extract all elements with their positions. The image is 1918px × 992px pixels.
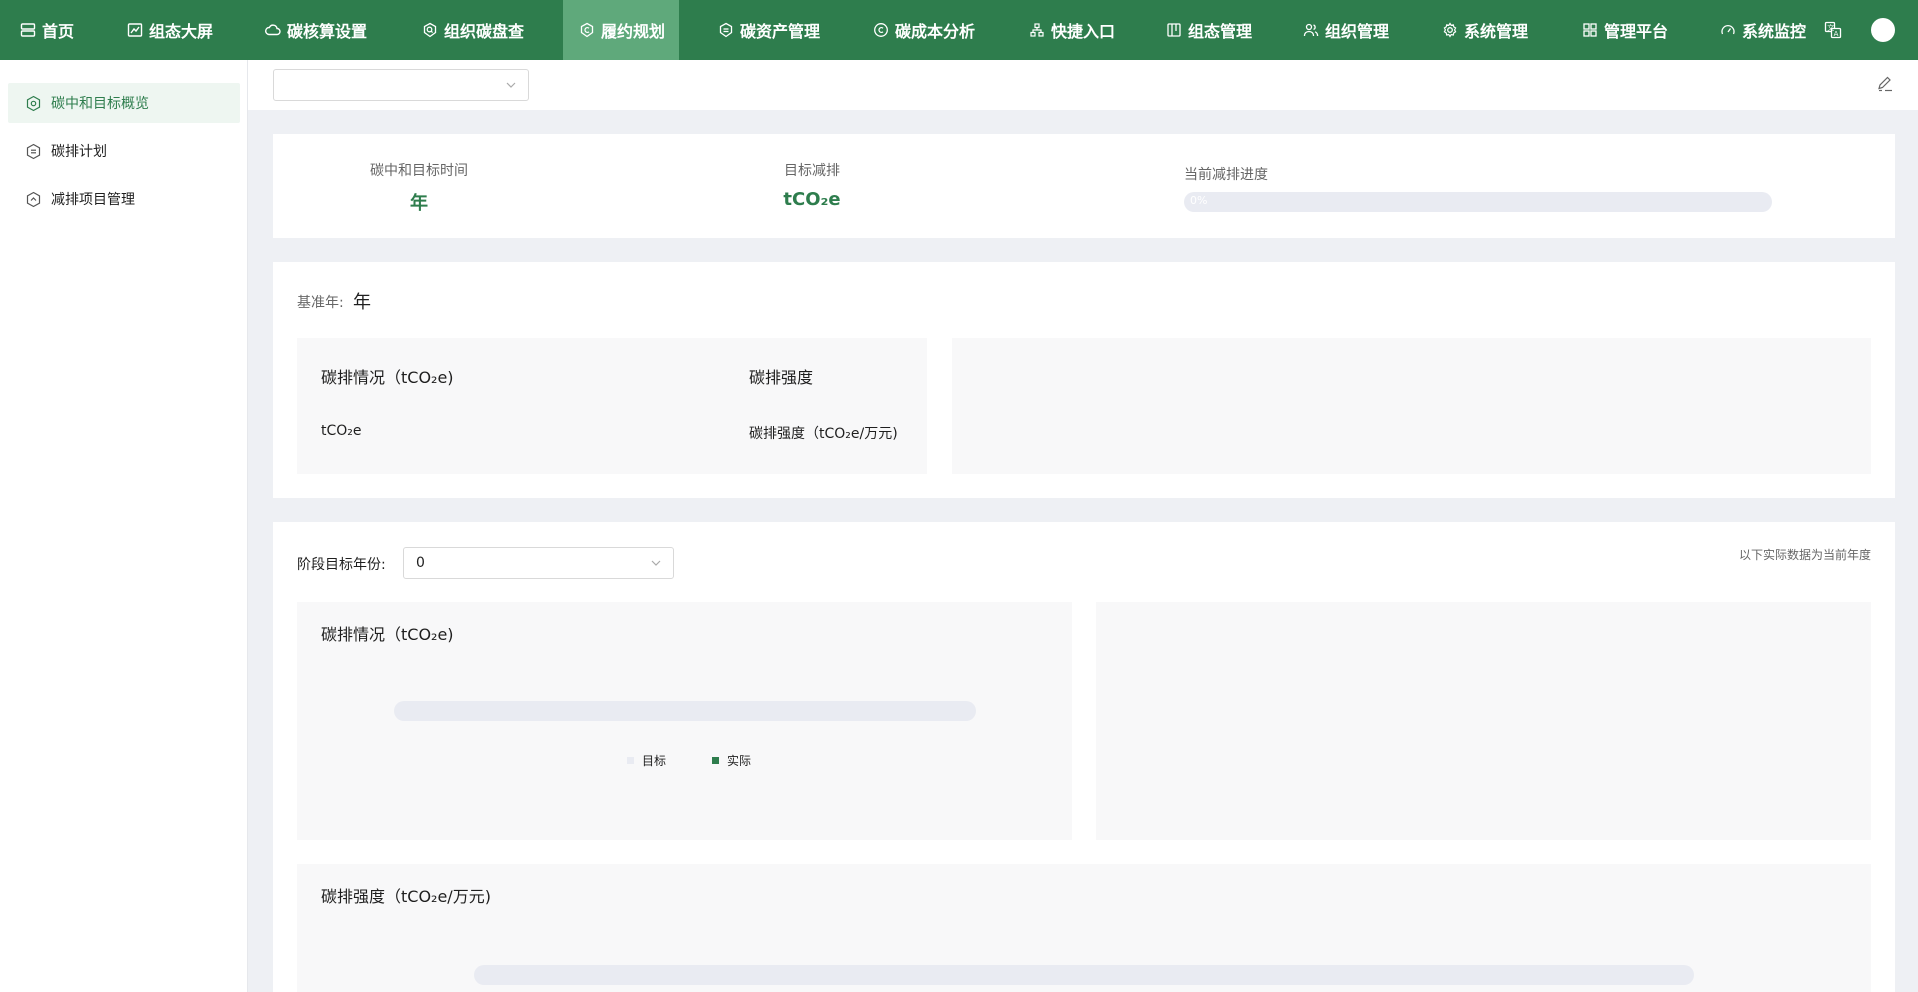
svg-text:A: A bbox=[1834, 30, 1839, 38]
grid-icon bbox=[1583, 23, 1597, 37]
neutral-time-label: 碳中和目标时间 bbox=[370, 163, 468, 179]
sidebar: 碳中和目标概览 碳排计划 减排项目管理 bbox=[0, 60, 248, 992]
chart-line-icon bbox=[127, 23, 143, 37]
sidebar-item-neutral-overview[interactable]: 碳中和目标概览 bbox=[8, 83, 240, 123]
stage-emission-title: 碳排情况（tCO₂e) bbox=[321, 625, 454, 644]
nav-item-label: 快捷入口 bbox=[1051, 22, 1116, 41]
nav-item-label: 首页 bbox=[42, 22, 75, 41]
neutral-time-value: 年 bbox=[410, 193, 428, 214]
nav-item-accounting-settings[interactable]: 碳核算设置 bbox=[265, 0, 367, 60]
nav-item-dashboard[interactable]: 组态大屏 bbox=[127, 0, 213, 60]
user-menu[interactable] bbox=[1871, 0, 1895, 60]
base-year-section: 基准年: 年 碳排情况（tCO₂e) tCO₂e 碳排强度 碳排强度（tCO₂e… bbox=[273, 262, 1895, 498]
sidebar-item-label: 碳中和目标概览 bbox=[51, 96, 149, 112]
hexagon-icon bbox=[26, 143, 41, 159]
top-navigation: 首页 组态大屏 碳核算设置 组织碳盘查 履约规划 碳资产管理 碳成本分析 快捷入… bbox=[0, 0, 1918, 60]
filter-toolbar bbox=[248, 60, 1918, 110]
sidebar-item-label: 减排项目管理 bbox=[51, 192, 135, 208]
search-shield-icon bbox=[423, 22, 437, 38]
sidebar-item-reduction-projects[interactable]: 减排项目管理 bbox=[8, 179, 240, 219]
nav-item-admin-platform[interactable]: 管理平台 bbox=[1582, 0, 1668, 60]
nav-item-label: 组态管理 bbox=[1188, 22, 1253, 41]
stage-chart-panel bbox=[1096, 602, 1871, 840]
sidebar-item-emission-plan[interactable]: 碳排计划 bbox=[8, 131, 240, 171]
avatar[interactable] bbox=[1871, 18, 1895, 42]
cloud-icon bbox=[265, 24, 281, 36]
reduction-progress-bar: 0% bbox=[1184, 192, 1772, 212]
nav-item-cost-analysis[interactable]: 碳成本分析 bbox=[873, 0, 975, 60]
nav-item-asset-management[interactable]: 碳资产管理 bbox=[718, 0, 820, 60]
intensity-title: 碳排强度 bbox=[749, 368, 814, 387]
nav-item-label: 组态大屏 bbox=[149, 22, 214, 41]
base-year-label: 基准年: bbox=[297, 295, 344, 311]
base-metrics-panel: 碳排情况（tCO₂e) tCO₂e 碳排强度 碳排强度（tCO₂e/万元) bbox=[297, 338, 927, 474]
nav-item-system-monitor[interactable]: 系统监控 bbox=[1720, 0, 1806, 60]
translate-button[interactable]: 文A bbox=[1824, 0, 1842, 60]
legend-actual-label: 实际 bbox=[727, 754, 752, 768]
nav-item-label: 系统管理 bbox=[1464, 22, 1529, 41]
nav-item-org-management[interactable]: 组织管理 bbox=[1303, 0, 1389, 60]
users-icon bbox=[1303, 23, 1319, 37]
carbon-c-icon bbox=[580, 22, 594, 38]
nav-item-label: 碳成本分析 bbox=[895, 22, 976, 41]
base-chart-panel bbox=[952, 338, 1871, 474]
board-icon bbox=[1167, 23, 1181, 37]
legend-target: 目标 bbox=[627, 752, 666, 769]
legend-target-swatch bbox=[627, 757, 634, 764]
hexagon-icon bbox=[26, 191, 41, 207]
stage-emission-panel: 碳排情况（tCO₂e) 目标 实际 bbox=[297, 602, 1072, 840]
nav-item-label: 组织管理 bbox=[1325, 22, 1390, 41]
emission-bar-track bbox=[394, 701, 976, 721]
intensity-bar-track bbox=[474, 965, 1694, 985]
target-reduction-label: 目标减排 bbox=[784, 163, 840, 179]
sidebar-item-label: 碳排计划 bbox=[51, 144, 107, 160]
translate-icon: 文A bbox=[1824, 21, 1842, 39]
legend-actual: 实际 bbox=[712, 752, 751, 769]
stage-year-select[interactable]: 0 bbox=[403, 547, 674, 579]
progress-text: 0% bbox=[1190, 194, 1208, 207]
hexagon-icon bbox=[26, 95, 41, 111]
nav-item-quick-access[interactable]: 快捷入口 bbox=[1029, 0, 1115, 60]
nav-item-inventory[interactable]: 组织碳盘查 bbox=[422, 0, 524, 60]
target-reduction-value: tCO₂e bbox=[783, 189, 841, 210]
stage-year-value: 0 bbox=[416, 555, 425, 571]
nav-item-label: 组织碳盘查 bbox=[444, 22, 525, 41]
base-year-value: 年 bbox=[353, 292, 371, 313]
asset-shield-icon bbox=[719, 22, 733, 38]
carbon-coin-icon bbox=[874, 23, 888, 37]
edit-icon[interactable] bbox=[1876, 75, 1894, 93]
stage-target-section: 阶段目标年份: 0 以下实际数据为当前年度 碳排情况（tCO₂e) 目标 实际 … bbox=[273, 522, 1895, 992]
emission-value: tCO₂e bbox=[321, 423, 362, 439]
stage-intensity-title: 碳排强度（tCO₂e/万元) bbox=[321, 887, 491, 906]
gauge-icon bbox=[1721, 24, 1735, 35]
progress-label: 当前减排进度 bbox=[1184, 167, 1268, 183]
neutral-target-summary: 碳中和目标时间 年 目标减排 tCO₂e 当前减排进度 0% bbox=[273, 134, 1895, 238]
nav-item-label: 系统监控 bbox=[1742, 22, 1807, 41]
sitemap-icon bbox=[1030, 23, 1044, 37]
nav-item-label: 管理平台 bbox=[1604, 22, 1669, 41]
legend-actual-swatch bbox=[712, 757, 719, 764]
stage-intensity-panel: 碳排强度（tCO₂e/万元) bbox=[297, 864, 1871, 992]
nav-item-label: 碳资产管理 bbox=[740, 22, 821, 41]
home-icon bbox=[20, 23, 36, 37]
chevron-down-icon bbox=[506, 82, 516, 88]
legend-target-label: 目标 bbox=[642, 754, 667, 768]
nav-item-label: 碳核算设置 bbox=[287, 22, 368, 41]
current-year-note: 以下实际数据为当前年度 bbox=[1738, 548, 1871, 562]
organization-select[interactable] bbox=[273, 69, 529, 101]
nav-item-compliance-planning[interactable]: 履约规划 bbox=[563, 0, 679, 60]
stage-year-label: 阶段目标年份: bbox=[297, 557, 386, 573]
nav-item-system-management[interactable]: 系统管理 bbox=[1442, 0, 1528, 60]
gear-icon bbox=[1443, 22, 1457, 38]
nav-item-home[interactable]: 首页 bbox=[20, 0, 74, 60]
chevron-down-icon bbox=[651, 560, 661, 566]
nav-item-config-management[interactable]: 组态管理 bbox=[1166, 0, 1252, 60]
intensity-value: 碳排强度（tCO₂e/万元) bbox=[749, 426, 898, 442]
nav-item-label: 履约规划 bbox=[601, 22, 666, 41]
emission-title: 碳排情况（tCO₂e) bbox=[321, 368, 454, 387]
